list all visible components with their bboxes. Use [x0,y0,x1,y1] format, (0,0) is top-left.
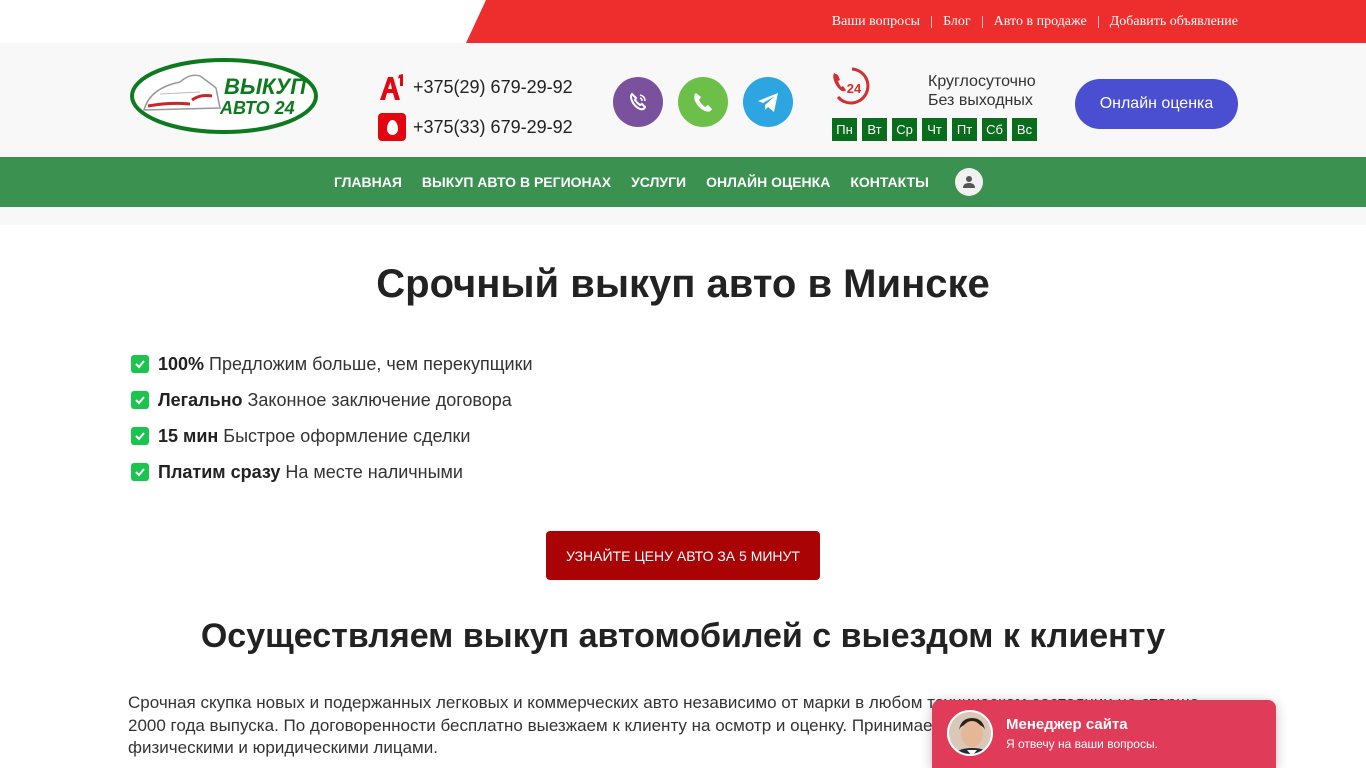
section-title: Осуществляем выкуп автомобилей с выездом… [200,617,1166,655]
benefit-item: Легально Законное заключение договора [131,382,533,418]
chat-title: Менеджер сайта [1006,716,1128,733]
phone-number-a1[interactable]: +375(29) 679-29-92 [413,77,573,98]
nav-item-online-estimate[interactable]: Онлайн оценка [706,174,830,190]
hours-line2: Без выходных [928,92,1033,109]
clock-24-icon: 24 [833,67,870,105]
top-link-blog[interactable]: Блог [943,14,971,30]
check-icon [131,463,149,481]
top-link-questions[interactable]: Ваши вопросы [832,14,920,30]
benefit-item: 15 мин Быстрое оформление сделки [131,418,533,454]
day-fri: Пт [952,118,977,141]
top-link-add-listing[interactable]: Добавить объявление [1110,14,1238,30]
day-sat: Сб [982,118,1007,141]
day-tue: Вт [862,118,887,141]
benefit-text: Предложим больше, чем перекупщики [209,353,533,374]
site-header: ВЫКУП АВТО 24 +375(29) 679-29-92 +375(33… [0,43,1366,157]
online-estimate-button[interactable]: Онлайн оценка [1075,79,1238,129]
logo-line2: АВТО 24 [219,98,295,118]
phone-numbers: +375(29) 679-29-92 +375(33) 679-29-92 [378,67,573,147]
nav-item-regions[interactable]: Выкуп авто в регионах [422,174,611,190]
top-bar: Ваши вопросы Блог Авто в продаже Добавит… [0,0,1366,43]
top-link-separator [931,16,933,28]
benefit-item: 100% Предложим больше, чем перекупщики [131,346,533,382]
top-link-separator [1097,16,1099,28]
logo-line1: ВЫКУП [224,74,307,99]
benefit-bold: 15 мин [158,425,219,446]
get-price-button[interactable]: УЗНАЙТЕ ЦЕНУ АВТО ЗА 5 МИНУТ [546,531,820,580]
benefit-text: Быстрое оформление сделки [223,425,471,446]
whatsapp-icon[interactable] [678,77,728,127]
day-thu: Чт [922,118,947,141]
user-account-button[interactable] [954,168,983,196]
benefit-bold: 100% [158,353,205,374]
top-link-separator [981,16,983,28]
check-icon [131,391,149,409]
chat-widget[interactable]: Менеджер сайта Я отвечу на ваши вопросы. [932,700,1276,768]
working-hours: Круглосуточно Без выходных [928,72,1036,110]
page-title: Срочный выкуп авто в Минске [376,262,990,306]
top-links: Ваши вопросы Блог Авто в продаже Добавит… [832,14,1238,30]
benefit-bold: Легально [158,389,243,410]
mts-operator-icon [378,113,406,141]
check-icon [131,427,149,445]
benefit-bold: Платим сразу [158,461,281,482]
telegram-icon[interactable] [743,77,793,127]
day-wed: Ср [892,118,917,141]
nav-item-contacts[interactable]: Контакты [850,174,928,190]
benefit-item: Платим сразу На месте наличными [131,454,533,490]
user-icon [962,176,975,188]
phone-row-mts: +375(33) 679-29-92 [378,107,573,147]
hours-line1: Круглосуточно [928,73,1036,90]
benefit-text: На месте наличными [285,461,463,482]
phone-row-a1: +375(29) 679-29-92 [378,67,573,107]
benefit-text: Законное заключение договора [247,389,512,410]
manager-avatar [947,710,993,756]
viber-icon[interactable] [613,77,663,127]
day-sun: Вс [1012,118,1037,141]
nav-underlay [0,207,1366,225]
nav-item-services[interactable]: Услуги [631,174,686,190]
working-days: Пн Вт Ср Чт Пт Сб Вс [832,118,1037,141]
main-nav: Главная Выкуп авто в регионах Услуги Онл… [0,157,1366,207]
phone-number-mts[interactable]: +375(33) 679-29-92 [413,117,573,138]
a1-operator-icon [380,74,403,100]
top-link-cars-for-sale[interactable]: Авто в продаже [994,14,1087,30]
nav-item-home[interactable]: Главная [334,174,402,190]
site-logo[interactable]: ВЫКУП АВТО 24 [130,58,326,135]
clock-24-label: 24 [847,81,862,96]
check-icon [131,355,149,373]
day-mon: Пн [832,118,857,141]
chat-subtitle: Я отвечу на ваши вопросы. [1006,737,1158,751]
benefits-list: 100% Предложим больше, чем перекупщики Л… [131,346,533,490]
